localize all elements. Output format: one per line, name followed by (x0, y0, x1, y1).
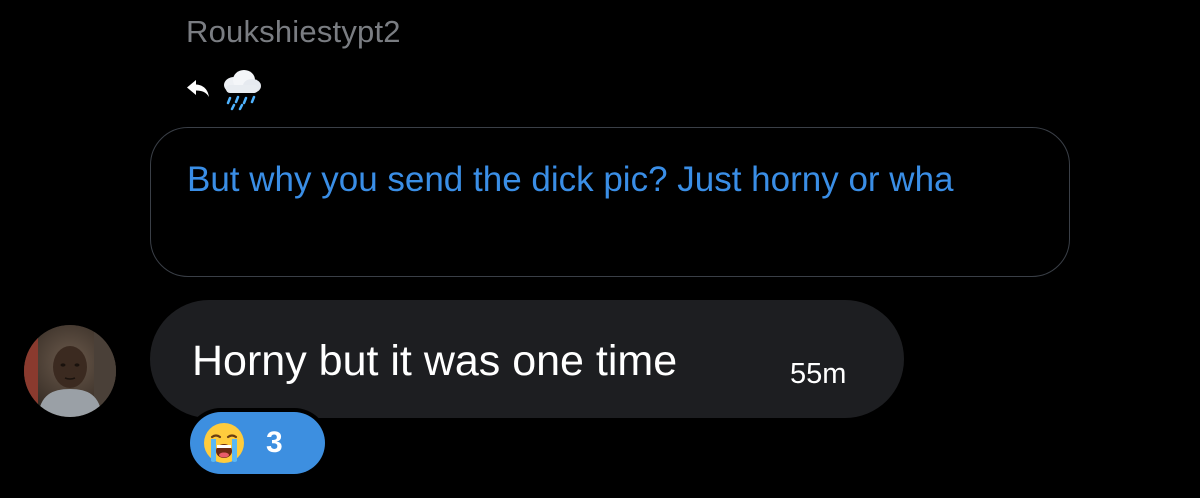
reaction-count: 3 (266, 426, 283, 459)
quoted-message-bubble[interactable]: But why you send the dick pic? Just horn… (150, 127, 1070, 277)
reply-arrow-icon (184, 74, 212, 102)
rain-cloud-icon (218, 65, 264, 111)
quoted-message-text: But why you send the dick pic? Just horn… (187, 160, 954, 199)
reaction-pill[interactable]: 3 (186, 408, 329, 478)
sender-name: Roukshiestypt2 (186, 14, 401, 49)
message-text: Horny but it was one time (192, 337, 678, 385)
loudly-crying-face-icon (202, 421, 246, 465)
reply-indicator (184, 64, 264, 112)
message-bubble[interactable]: Horny but it was one time 55m (150, 300, 904, 418)
message-timestamp: 55m (790, 358, 847, 390)
user-avatar[interactable] (24, 325, 116, 417)
reaction-button[interactable]: 3 (190, 412, 325, 474)
